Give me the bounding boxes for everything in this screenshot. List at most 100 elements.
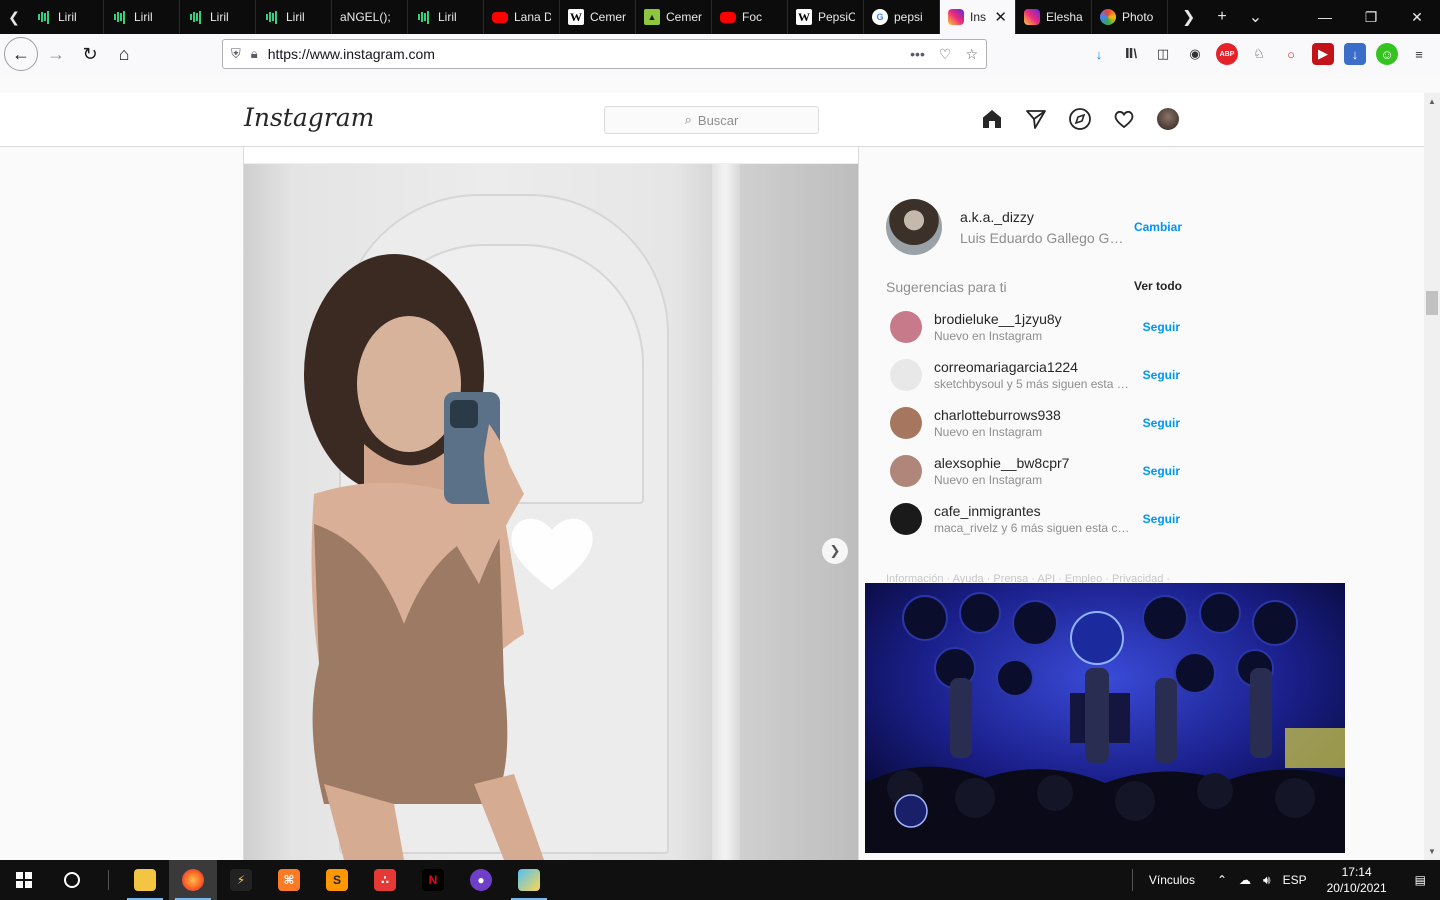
follow-button[interactable]: Seguir [1143,368,1180,382]
downloads-icon[interactable]: ↓ [1088,43,1110,65]
app-taskbar-button[interactable]: ⚡ [217,860,265,900]
firefox-taskbar-button[interactable] [169,860,217,900]
suggestion-username[interactable]: charlotteburrows938 [934,407,1143,423]
suggestion-avatar[interactable] [890,407,922,439]
network-disconnected-icon[interactable]: ☁ [1233,873,1257,887]
pocket-icon[interactable]: ♡ [939,46,952,63]
sublime-text-taskbar-button[interactable]: S [313,860,361,900]
library-icon[interactable]: Ⅱ\ [1120,43,1142,65]
post-photo[interactable]: ❯ [244,164,858,860]
list-all-tabs-button[interactable]: ⌄ [1249,7,1262,27]
clock[interactable]: 17:14 20/10/2021 [1313,864,1401,896]
carousel-next-button[interactable]: ❯ [822,538,848,564]
scroll-up-arrow-icon[interactable]: ▲ [1424,97,1440,106]
switch-account-button[interactable]: Cambiar [1134,220,1182,234]
browser-tab[interactable]: Liril [256,0,332,34]
page-scrollbar[interactable]: ▲ ▼ [1424,93,1440,860]
url-bar[interactable]: ⛨ 🔒︎ https://www.instagram.com ••• ♡ ☆ [222,39,987,69]
direct-messages-icon[interactable] [1024,107,1048,131]
restore-button[interactable]: ❐ [1348,9,1394,26]
extension-icon[interactable]: ♘ [1248,43,1270,65]
back-button[interactable]: ← [4,37,38,71]
browser-tab[interactable]: Elesha [1016,0,1092,34]
explore-compass-icon[interactable] [1068,107,1092,131]
browser-tab[interactable]: Lana D [484,0,560,34]
xampp-taskbar-button[interactable]: ⌘ [265,860,313,900]
url-text[interactable]: https://www.instagram.com [268,46,435,62]
suggestion-avatar[interactable] [890,359,922,391]
opera-extension-icon[interactable]: ○ [1280,43,1302,65]
search-input[interactable]: ⌕ Buscar [604,106,819,134]
cortana-search-button[interactable] [48,871,96,889]
paint-taskbar-button[interactable] [505,860,553,900]
close-window-button[interactable]: ✕ [1394,9,1440,26]
adblock-plus-icon[interactable]: ABP [1216,43,1238,65]
github-taskbar-button[interactable]: ● [457,860,505,900]
browser-tab[interactable]: Gpepsi [864,0,940,34]
account-icon[interactable]: ◉ [1184,43,1206,65]
green-extension-icon[interactable]: ☺ [1376,43,1398,65]
tab-scroll-right-button[interactable]: ❯ [1182,7,1195,27]
popcorn-taskbar-button[interactable]: ∴ [361,860,409,900]
lock-icon[interactable]: 🔒︎ [251,46,258,62]
scrollbar-thumb[interactable] [1426,291,1438,315]
browser-tab[interactable]: Liril [28,0,104,34]
browser-tab[interactable]: Photo [1092,0,1168,34]
browser-tab[interactable]: Liril [180,0,256,34]
browser-tab[interactable]: W Cemer [560,0,636,34]
suggestion-username[interactable]: cafe_inmigrantes [934,503,1143,519]
follow-button[interactable]: Seguir [1143,512,1180,526]
home-icon[interactable] [980,107,1004,131]
browser-tab[interactable]: Liril [408,0,484,34]
instagram-logo[interactable]: Instagram [244,103,374,132]
picture-in-picture-video[interactable] [865,583,1345,853]
home-button[interactable]: ⌂ [108,38,140,70]
browser-tab[interactable]: Foc [712,0,788,34]
follow-button[interactable]: Seguir [1143,416,1180,430]
browser-tab[interactable]: W PepsiC [788,0,864,34]
suggestion-avatar[interactable] [890,503,922,535]
browser-tab[interactable]: Liril [104,0,180,34]
links-toolbar[interactable]: Vínculos [1131,869,1211,891]
suggestion-avatar[interactable] [890,311,922,343]
activity-heart-icon[interactable] [1112,107,1136,131]
tab-active[interactable]: Ins ✕ [940,0,1016,34]
shield-icon[interactable]: ⛨ [231,46,241,62]
youtube-extension-icon[interactable]: ▶ [1312,43,1334,65]
clock-time: 17:14 [1341,865,1372,879]
new-tab-button[interactable]: + [1217,8,1226,26]
download-helper-icon[interactable]: ↓ [1344,43,1366,65]
volume-icon[interactable]: 🔊︎ [1257,873,1277,888]
instagram-header: Instagram ⌕ Buscar [0,93,1424,147]
scroll-down-arrow-icon[interactable]: ▼ [1424,847,1440,856]
windows-start-button[interactable] [0,860,48,900]
suggestion-avatar[interactable] [890,455,922,487]
reload-button[interactable]: ↻ [74,38,106,70]
tab-label: Liril [286,10,305,24]
see-all-link[interactable]: Ver todo [1134,279,1182,295]
tab-scroll-left-button[interactable]: ❮ [0,0,28,34]
menu-icon[interactable]: ≡ [1408,43,1430,65]
action-center-icon[interactable]: ▤ [1401,873,1440,887]
browser-tab[interactable]: aNGEL(); [332,0,408,34]
suggestion-username[interactable]: correomariagarcia1224 [934,359,1143,375]
minimize-button[interactable]: — [1302,9,1348,25]
suggestion-username[interactable]: brodieluke__1jzyu8y [934,311,1143,327]
file-explorer-taskbar-button[interactable] [121,860,169,900]
current-username[interactable]: a.k.a._dizzy [960,209,1134,225]
tab-label: Liril [210,10,229,24]
follow-button[interactable]: Seguir [1143,320,1180,334]
follow-button[interactable]: Seguir [1143,464,1180,478]
sidebar-icon[interactable]: ◫ [1152,43,1174,65]
browser-tab[interactable]: ▲ Cemer [636,0,712,34]
input-language[interactable]: ESP [1277,873,1313,887]
page-actions-icon[interactable]: ••• [910,46,925,63]
current-user-avatar[interactable] [886,199,942,255]
suggestion-username[interactable]: alexsophie__bw8cpr7 [934,455,1143,471]
netflix-taskbar-button[interactable]: N [409,860,457,900]
forward-button[interactable]: → [40,38,72,70]
profile-avatar[interactable] [1156,107,1180,131]
show-hidden-icons-chevron-icon[interactable]: ⌃ [1211,873,1233,887]
close-tab-icon[interactable]: ✕ [994,8,1007,26]
bookmark-star-icon[interactable]: ☆ [965,46,978,63]
